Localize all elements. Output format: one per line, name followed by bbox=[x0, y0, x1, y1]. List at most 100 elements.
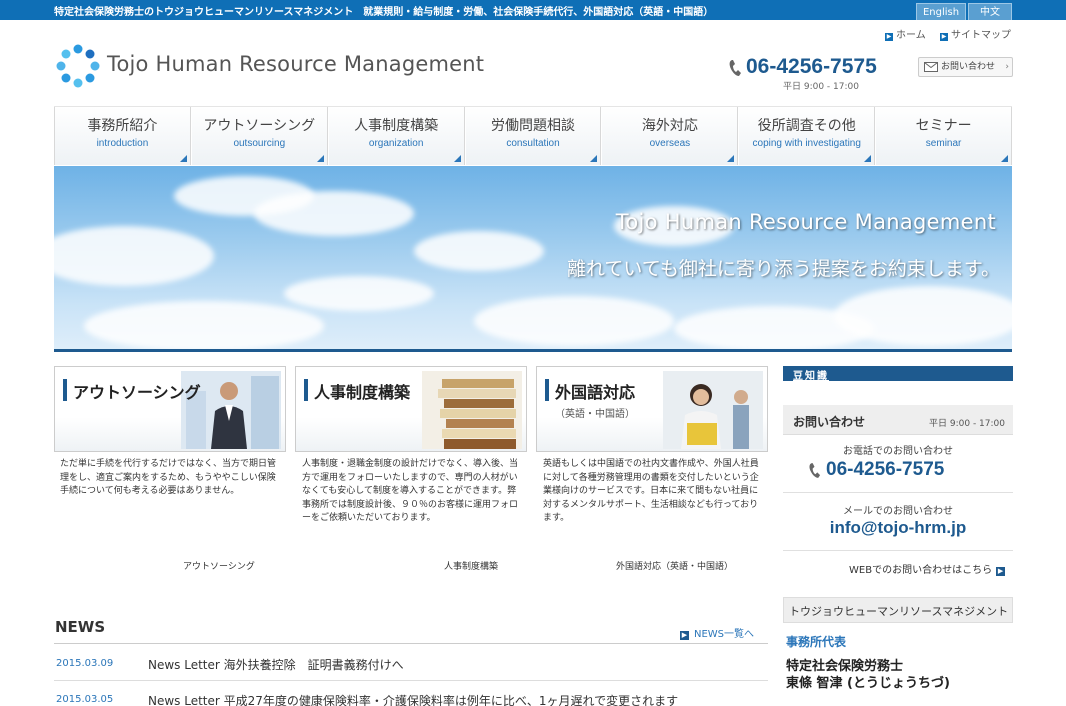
sidebar-tel-number: 06-4256-7575 bbox=[826, 459, 945, 480]
cloud-decoration bbox=[474, 296, 674, 346]
news-heading: NEWS bbox=[55, 618, 106, 636]
feature-outsourcing[interactable]: アウトソーシング bbox=[54, 366, 286, 452]
site-tagline: 特定社会保険労務士のトウジョウヒューマンリソースマネジメント 就業規則・給与制度… bbox=[54, 7, 714, 18]
corner-arrow-icon bbox=[727, 155, 735, 162]
hero-banner: Tojo Human Resource Management 離れていても御社に… bbox=[54, 166, 1012, 350]
header-phone-number: 06-4256-7575 bbox=[746, 55, 877, 78]
news-text[interactable]: News Letter 平成27年度の健康保険料率・介護保険料率は例年に比べ、1… bbox=[148, 692, 678, 706]
sidebar-mail-link[interactable]: info@tojo-hrm.jp bbox=[783, 518, 1013, 538]
news-date: 2015.03.05 bbox=[56, 694, 114, 705]
logo-text[interactable]: Tojo Human Resource Management bbox=[107, 52, 484, 76]
contact-button[interactable]: お問い合わせ › bbox=[918, 57, 1013, 77]
feature-link-organization[interactable]: 人事制度構築 bbox=[444, 559, 498, 572]
sitemap-link[interactable]: ▶ サイトマップ bbox=[940, 26, 1011, 41]
hero-subtitle: 離れていても御社に寄り添う提案をお約束します。 bbox=[566, 258, 1000, 280]
nav-item-label: 役所調査その他 bbox=[757, 118, 856, 134]
sidebar-tel-label: お電話でのお問い合わせ bbox=[843, 446, 953, 457]
lang-chinese-button[interactable]: 中文 bbox=[968, 3, 1012, 20]
feature-link-outsourcing[interactable]: アウトソーシング bbox=[183, 559, 255, 572]
feature-title: 人事制度構築 bbox=[314, 383, 411, 402]
news-all-link[interactable]: ▶ NEWS一覧へ bbox=[680, 625, 754, 640]
nav-item-label: 事務所紹介 bbox=[87, 118, 158, 134]
nav-item-sublabel: introduction bbox=[96, 138, 149, 149]
news-text[interactable]: News Letter 海外扶養控除 証明書義務付けへ bbox=[148, 656, 404, 673]
feature-foreign-language[interactable]: 外国語対応 （英語・中国語） bbox=[536, 366, 768, 452]
arrow-right-icon: ▶ bbox=[940, 33, 948, 41]
sidebar-company-header: トウジョウヒューマンリソースマネジメント bbox=[783, 597, 1013, 623]
nav-item-consultation[interactable]: 労働問題相談 consultation bbox=[464, 107, 602, 165]
sidebar-divider bbox=[783, 550, 1013, 551]
feature-title: 外国語対応 bbox=[555, 383, 636, 402]
sidebar-tips-label: 豆知識 bbox=[793, 371, 829, 382]
corner-arrow-icon bbox=[179, 155, 187, 162]
sidebar-web-contact-label: WEBでのお問い合わせはこちら bbox=[849, 565, 993, 576]
cloud-decoration bbox=[54, 226, 214, 286]
cloud-decoration bbox=[84, 301, 324, 350]
title-accent bbox=[545, 379, 549, 401]
feature-description: 英語もしくは中国語での社内文書作成や、外国人社員に対して各種労務管理用の書類を交… bbox=[543, 459, 759, 523]
corner-arrow-icon bbox=[316, 155, 324, 162]
sidebar-rep-label: 事務所代表 bbox=[786, 635, 847, 649]
sidebar-tel[interactable]: 06-4256-7575 bbox=[808, 459, 944, 481]
nav-item-label: アウトソーシング bbox=[203, 118, 316, 134]
phone-icon bbox=[729, 60, 741, 76]
sidebar-contact-header: お問い合わせ 平日 9:00 - 17:00 bbox=[783, 405, 1013, 435]
contact-button-label: お問い合わせ bbox=[941, 62, 996, 72]
news-item[interactable]: 2015.03.05 News Letter 平成27年度の健康保険料率・介護保… bbox=[54, 681, 768, 706]
top-bar: 特定社会保険労務士のトウジョウヒューマンリソースマネジメント 就業規則・給与制度… bbox=[0, 0, 1066, 20]
feature-title: アウトソーシング bbox=[73, 383, 201, 402]
feature-subtitle: （英語・中国語） bbox=[555, 409, 635, 420]
cloud-decoration bbox=[254, 191, 414, 236]
nav-item-sublabel: overseas bbox=[649, 138, 691, 149]
feature-organization[interactable]: 人事制度構築 bbox=[295, 366, 527, 452]
cloud-decoration bbox=[284, 276, 434, 311]
nav-item-overseas[interactable]: 海外対応 overseas bbox=[601, 107, 739, 165]
nav-item-organization[interactable]: 人事制度構築 organization bbox=[327, 107, 465, 165]
header-hours: 平日 9:00 - 17:00 bbox=[783, 82, 859, 92]
arrow-right-icon: ▶ bbox=[885, 33, 893, 41]
nav-item-introduction[interactable]: 事務所紹介 introduction bbox=[54, 107, 191, 165]
sidebar-mail-label: メールでのお問い合わせ bbox=[843, 506, 953, 517]
arrow-right-icon: ▶ bbox=[680, 631, 689, 640]
lang-english-button[interactable]: English bbox=[916, 3, 966, 20]
corner-arrow-icon bbox=[1001, 155, 1009, 162]
nav-item-outsourcing[interactable]: アウトソーシング outsourcing bbox=[190, 107, 328, 165]
home-link-label: ホーム bbox=[896, 30, 926, 41]
logo-icon[interactable] bbox=[54, 42, 102, 90]
chevron-right-icon: › bbox=[1005, 62, 1009, 72]
feature-link-foreign-language[interactable]: 外国語対応（英語・中国語） bbox=[616, 559, 733, 572]
news-date: 2015.03.09 bbox=[56, 658, 114, 669]
nav-item-label: セミナー bbox=[915, 118, 972, 134]
corner-arrow-icon bbox=[864, 155, 872, 162]
nav-item-label: 人事制度構築 bbox=[354, 118, 439, 134]
sidebar-company-name: トウジョウヒューマンリソースマネジメント bbox=[789, 605, 1009, 618]
home-link[interactable]: ▶ ホーム bbox=[885, 26, 926, 41]
header-phone: 06-4256-7575 bbox=[728, 55, 877, 79]
feature-description: 人事制度・退職金制度の設計だけでなく、導入後、当方で運用をフォローいたしますので… bbox=[302, 459, 519, 523]
sidebar-rep-name: 東條 智津 (とうじょうちづ) bbox=[786, 676, 950, 691]
title-accent bbox=[304, 379, 308, 401]
news-item[interactable]: 2015.03.09 News Letter 海外扶養控除 証明書義務付けへ bbox=[54, 645, 768, 681]
hero-divider bbox=[54, 349, 1012, 352]
nav-item-investigating[interactable]: 役所調査その他 coping with investigating bbox=[738, 107, 876, 165]
nav-item-seminar[interactable]: セミナー seminar bbox=[875, 107, 1013, 165]
feature-description: ただ単に手続を代行するだけではなく、当方で期日管理をし、適宜ご案内をするため、も… bbox=[60, 459, 277, 496]
main-nav: 事務所紹介 introduction アウトソーシング outsourcing … bbox=[54, 106, 1013, 165]
nav-item-label: 労働問題相談 bbox=[491, 118, 575, 134]
businesswoman-image bbox=[663, 371, 763, 449]
sidebar-tips-banner[interactable]: 豆知識 bbox=[783, 366, 1013, 382]
sidebar-contact-hours: 平日 9:00 - 17:00 bbox=[929, 419, 1005, 429]
title-accent bbox=[63, 379, 67, 401]
nav-item-sublabel: seminar bbox=[925, 138, 962, 149]
sidebar-divider bbox=[783, 492, 1013, 493]
hero-title: Tojo Human Resource Management bbox=[615, 210, 996, 234]
news-divider bbox=[54, 643, 768, 644]
cloud-decoration bbox=[834, 286, 1012, 346]
nav-item-sublabel: coping with investigating bbox=[752, 138, 861, 149]
sitemap-link-label: サイトマップ bbox=[951, 30, 1011, 41]
sidebar-contact-title: お問い合わせ bbox=[793, 415, 866, 429]
sidebar-web-contact-link[interactable]: WEBでのお問い合わせはこちら ▶ bbox=[849, 561, 1006, 576]
nav-item-sublabel: consultation bbox=[506, 138, 560, 149]
nav-item-label: 海外対応 bbox=[641, 118, 698, 134]
mail-icon bbox=[924, 62, 938, 72]
